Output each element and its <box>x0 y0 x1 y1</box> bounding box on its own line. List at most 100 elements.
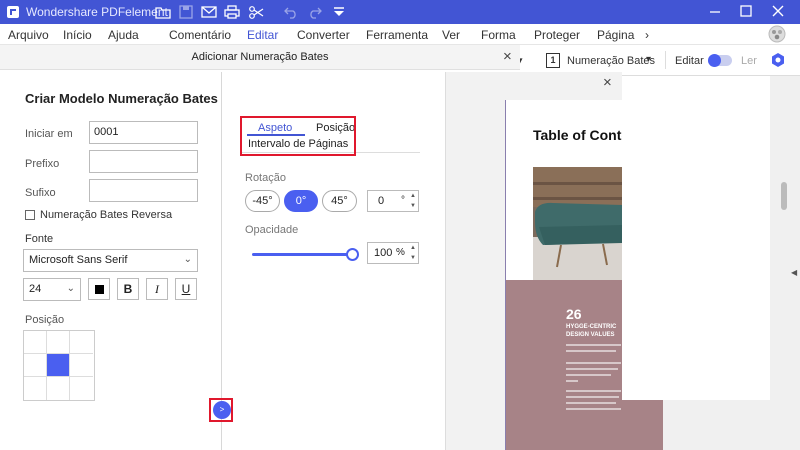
folder-icon[interactable] <box>155 5 171 19</box>
page-text-line <box>566 408 621 410</box>
menu-comentario[interactable]: Comentário <box>169 28 231 42</box>
template-panel: Criar Modelo Numeração Bates Iniciar em … <box>0 72 222 450</box>
page-text-line <box>566 368 618 370</box>
font-select[interactable]: Microsoft Sans Serif ⌄ <box>23 249 198 272</box>
start-at-input[interactable]: 0001 <box>89 121 198 144</box>
underline-button[interactable]: U <box>175 278 197 300</box>
scissors-icon[interactable] <box>248 5 264 19</box>
title-bar: Wondershare PDFelement <box>0 0 800 24</box>
toolbar-divider <box>665 51 666 69</box>
chevron-down-icon: ⌄ <box>183 254 192 265</box>
font-color-button[interactable] <box>88 278 110 300</box>
menu-bar: Arquivo Início Ajuda Comentário Editar C… <box>0 24 800 45</box>
prefix-label: Prefixo <box>25 158 60 170</box>
position-cell-bottom-center[interactable] <box>47 377 70 400</box>
menu-ver[interactable]: Ver <box>442 28 460 42</box>
mail-icon[interactable] <box>201 5 217 19</box>
save-icon[interactable] <box>178 5 194 19</box>
redo-icon[interactable] <box>307 5 323 19</box>
opacity-slider-handle[interactable] <box>346 248 359 261</box>
minimize-icon[interactable] <box>707 3 723 19</box>
page-text-line <box>566 344 621 346</box>
rotation-stepper[interactable]: 0 ° ▲ ▼ <box>367 190 419 212</box>
avatar[interactable] <box>768 25 786 43</box>
page-text-line <box>566 362 621 364</box>
panel-title: Criar Modelo Numeração Bates <box>25 91 218 106</box>
start-at-label: Iniciar em <box>25 128 73 140</box>
dialog-close-button[interactable]: × <box>503 48 512 65</box>
position-cell-middle-center[interactable] <box>47 354 70 377</box>
reverse-bates-checkbox[interactable] <box>25 210 35 220</box>
opacity-unit: % <box>396 247 405 258</box>
read-mode-label[interactable]: Ler <box>741 55 757 67</box>
menu-pagina[interactable]: Página <box>597 28 634 42</box>
dialog-header: Adicionar Numeração Bates × <box>0 45 520 70</box>
rotation-minus-45-button[interactable]: -45° <box>245 190 280 212</box>
font-label: Fonte <box>25 233 54 245</box>
maximize-icon[interactable] <box>738 3 754 19</box>
preview-close-button[interactable]: × <box>603 74 612 91</box>
position-cell-middle-left[interactable] <box>24 354 47 377</box>
position-grid <box>23 330 95 401</box>
position-cell-top-center[interactable] <box>47 331 70 354</box>
page-section-number: 26 <box>566 306 582 322</box>
page-color-block <box>506 280 622 450</box>
menu-more[interactable]: › <box>645 28 649 42</box>
undo-icon[interactable] <box>283 5 299 19</box>
position-cell-top-left[interactable] <box>24 331 47 354</box>
menu-arquivo[interactable]: Arquivo <box>8 28 49 42</box>
bates-number-icon: 1 <box>546 53 560 68</box>
vertical-scrollbar[interactable] <box>781 182 787 210</box>
stepper-arrows-icon[interactable]: ▲ ▼ <box>410 243 416 263</box>
menu-ajuda[interactable]: Ajuda <box>108 28 139 42</box>
position-cell-middle-right[interactable] <box>70 354 93 377</box>
rotation-0-button[interactable]: 0° <box>284 190 318 212</box>
menu-editar[interactable]: Editar <box>247 28 278 42</box>
menu-proteger[interactable]: Proteger <box>534 28 580 42</box>
bold-button[interactable]: B <box>117 278 139 300</box>
sofa-photo <box>533 167 622 280</box>
app-title: Wondershare PDFelement <box>26 5 168 19</box>
position-cell-bottom-right[interactable] <box>70 377 93 400</box>
menu-forma[interactable]: Forma <box>481 28 516 42</box>
font-size-select[interactable]: 24 ⌄ <box>23 278 81 301</box>
rotation-label: Rotação <box>245 172 286 184</box>
suffix-input[interactable] <box>89 179 198 202</box>
chevron-down-icon: ⌄ <box>66 283 75 294</box>
position-cell-top-right[interactable] <box>70 331 93 354</box>
close-window-icon[interactable] <box>770 3 786 19</box>
opacity-label: Opacidade <box>245 224 299 236</box>
opacity-slider-track[interactable] <box>252 253 352 256</box>
stepper-arrows-icon[interactable]: ▲ ▼ <box>410 191 416 211</box>
menu-inicio[interactable]: Início <box>63 28 92 42</box>
page-text-line <box>566 396 619 398</box>
color-swatch <box>95 285 104 294</box>
menu-ferramenta[interactable]: Ferramenta <box>366 28 428 42</box>
position-cell-bottom-left[interactable] <box>24 377 47 400</box>
rotation-unit: ° <box>401 195 405 206</box>
font-size-value: 24 <box>29 283 42 295</box>
collapse-highlight-box <box>209 398 233 422</box>
rotation-value: 0 <box>378 195 385 207</box>
print-icon[interactable] <box>224 5 240 19</box>
suffix-label: Sufixo <box>25 187 56 199</box>
settings-hex-icon[interactable] <box>770 52 786 68</box>
page-section-subtitle: HYGGE-CENTRIC DESIGN VALUES <box>566 324 617 338</box>
position-label: Posição <box>25 314 65 326</box>
bates-dropdown-arrow[interactable]: ▾ <box>646 54 651 65</box>
opacity-stepper[interactable]: 100 % ▲ ▼ <box>367 242 419 264</box>
prefix-input[interactable] <box>89 150 198 173</box>
reverse-bates-label: Numeração Bates Reversa <box>40 209 173 221</box>
italic-button[interactable]: I <box>146 278 168 300</box>
rotation-45-button[interactable]: 45° <box>322 190 357 212</box>
menu-converter[interactable]: Converter <box>297 28 350 42</box>
edit-mode-label[interactable]: Editar <box>675 55 704 67</box>
tabs-highlight-box <box>240 116 356 156</box>
edit-read-toggle[interactable] <box>708 54 732 67</box>
bates-numbering-button[interactable]: Numeração Bates <box>567 55 655 67</box>
dialog-title: Adicionar Numeração Bates <box>191 51 329 63</box>
quick-access-dropdown-icon[interactable] <box>331 5 347 19</box>
page-text-line <box>566 350 616 352</box>
settings-panel: Aspeto Posição Intervalo de Páginas Rota… <box>222 72 445 450</box>
side-panel-arrow-icon[interactable]: ◀ <box>791 268 797 277</box>
